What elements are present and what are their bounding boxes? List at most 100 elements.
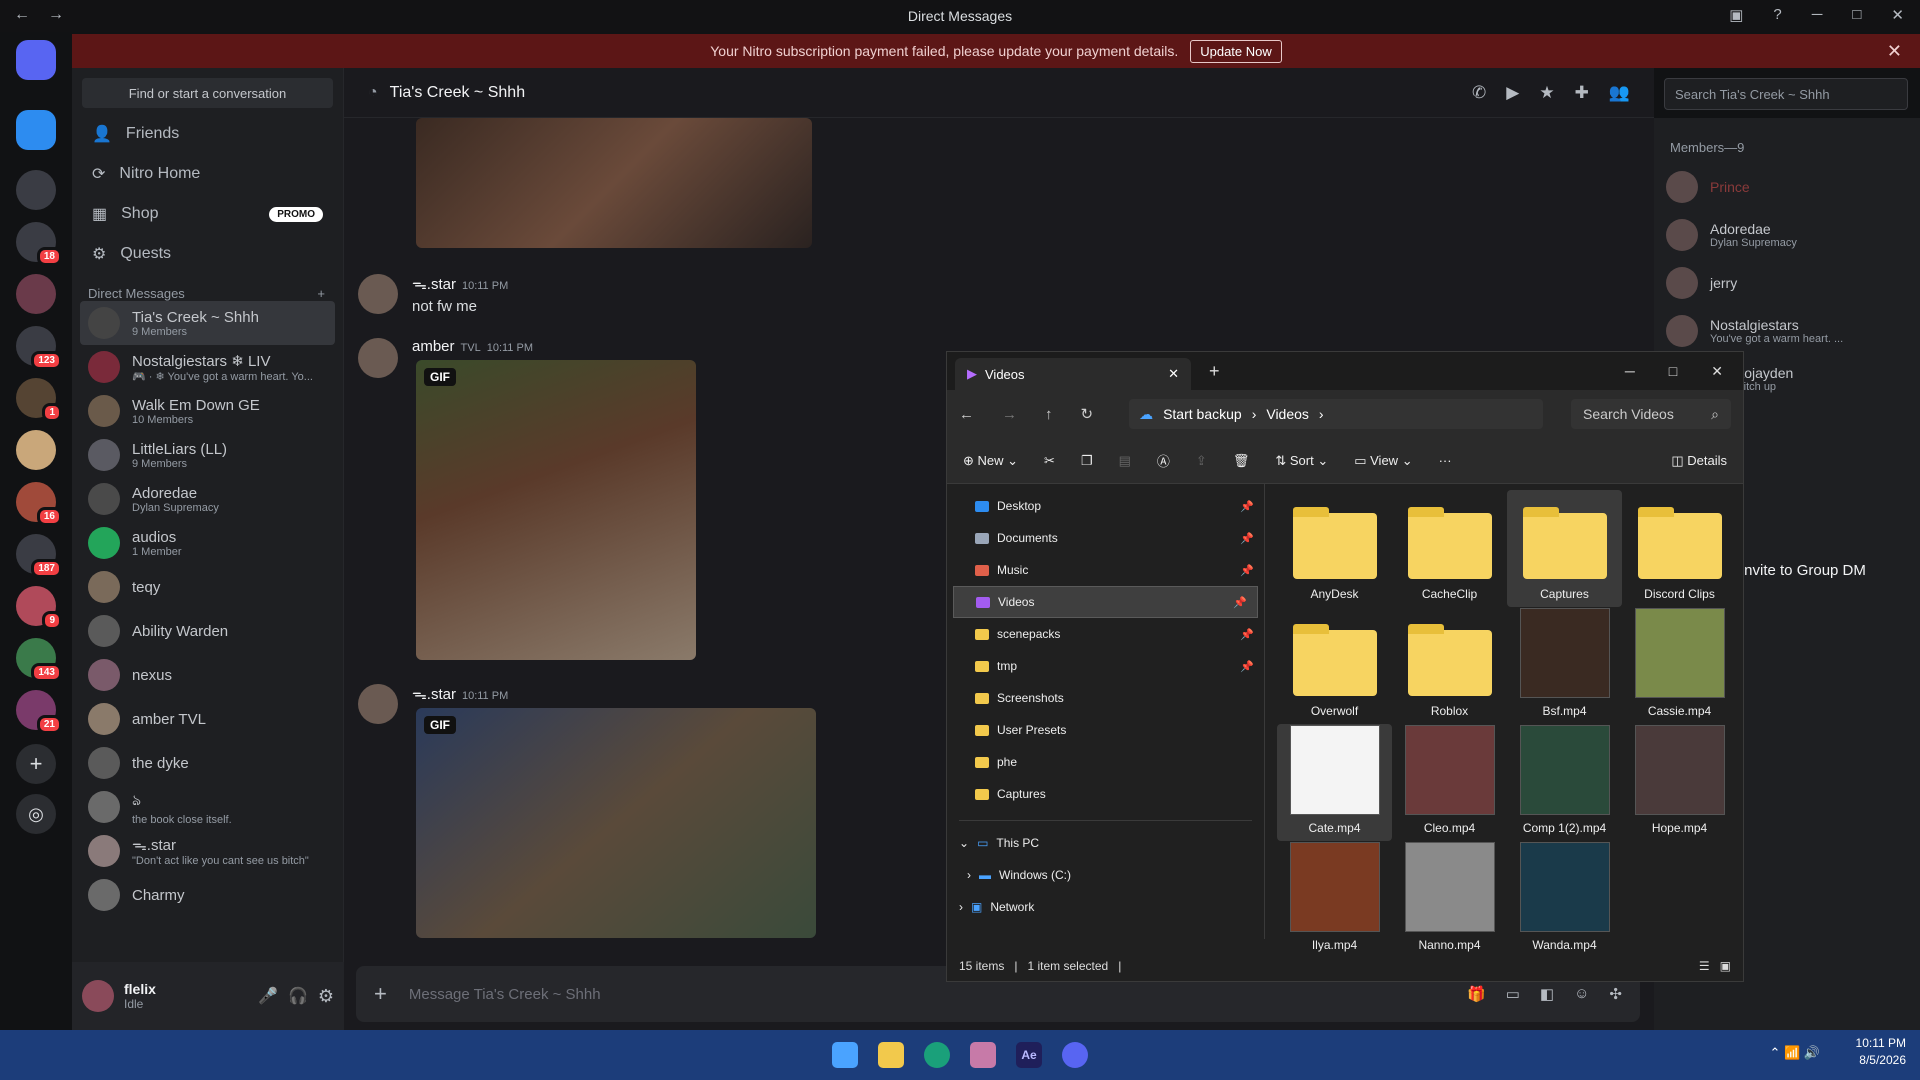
share-icon[interactable]: ⇪ <box>1196 453 1207 469</box>
maximize-button[interactable]: □ <box>1852 6 1861 24</box>
find-conversation-button[interactable]: Find or start a conversation <box>82 78 333 108</box>
gift-icon[interactable]: 🎁 <box>1467 985 1486 1003</box>
nav-item[interactable]: phe <box>947 746 1264 778</box>
video-file-item[interactable]: Bsf.mp4 <box>1507 607 1622 724</box>
file-explorer-icon[interactable] <box>878 1042 904 1068</box>
tab-close-icon[interactable]: ✕ <box>1168 366 1179 382</box>
member-item[interactable]: Prince <box>1654 163 1920 211</box>
server-icon[interactable]: 187 <box>16 534 62 578</box>
tree-network[interactable]: › ▣ Network <box>947 891 1264 923</box>
server-icon[interactable]: 143 <box>16 638 62 682</box>
add-friends-icon[interactable]: ✚ <box>1575 83 1589 103</box>
dm-item[interactable]: nexus <box>80 653 335 697</box>
server-icon[interactable]: 16 <box>16 482 62 526</box>
dm-item[interactable]: ᯓ.star "Don't act like you cant see us b… <box>80 829 335 873</box>
video-file-item[interactable]: Nanno.mp4 <box>1392 841 1507 958</box>
add-server-icon[interactable]: + <box>16 744 56 784</box>
details-view-icon[interactable]: ☰ <box>1699 959 1710 973</box>
mic-icon[interactable]: 🎤 <box>258 986 278 1006</box>
edge-icon[interactable] <box>924 1042 950 1068</box>
sort-button[interactable]: ⇅ Sort ⌄ <box>1275 453 1328 469</box>
server-folder-icon[interactable] <box>16 170 56 210</box>
forward-arrow-icon[interactable]: → <box>1002 406 1017 423</box>
server-icon[interactable] <box>16 110 56 150</box>
dm-item[interactable]: LittleLiars (LL) 9 Members <box>80 433 335 477</box>
app-icon[interactable] <box>970 1042 996 1068</box>
video-file-item[interactable]: Cleo.mp4 <box>1392 724 1507 841</box>
nav-quests[interactable]: ⚙ Quests <box>72 234 343 274</box>
nav-item[interactable]: Captures <box>947 778 1264 810</box>
gif-attachment[interactable]: GIF <box>416 708 816 938</box>
apps-icon[interactable]: ✣ <box>1609 985 1622 1003</box>
avatar[interactable] <box>82 980 114 1012</box>
maximize-button[interactable]: □ <box>1669 363 1677 380</box>
copy-icon[interactable]: ❐ <box>1081 453 1093 469</box>
dm-item[interactable]: Tia's Creek ~ Shhh 9 Members <box>80 301 335 345</box>
up-arrow-icon[interactable]: ↑ <box>1045 406 1053 423</box>
folder-item[interactable]: Discord Clips <box>1622 490 1737 607</box>
dm-item[interactable]: Nostalgiestars ❄ LIV 🎮 · ❄ You've got a … <box>80 345 335 389</box>
video-file-item[interactable]: Hope.mp4 <box>1622 724 1737 841</box>
details-button[interactable]: ◫ Details <box>1671 453 1727 469</box>
gif-picker-icon[interactable]: ▭ <box>1506 985 1520 1003</box>
folder-item[interactable]: Overwolf <box>1277 607 1392 724</box>
member-item[interactable]: Nostalgiestars You've got a warm heart. … <box>1654 307 1920 355</box>
paste-icon[interactable]: ▤ <box>1119 453 1131 469</box>
member-item[interactable]: jerry <box>1654 259 1920 307</box>
nav-shop[interactable]: ▦ Shop PROMO <box>72 194 343 234</box>
tree-windows-c[interactable]: › ▬ Windows (C:) <box>947 859 1264 891</box>
message-author[interactable]: amber <box>412 338 455 355</box>
nav-item[interactable]: tmp 📌 <box>947 650 1264 682</box>
dm-item[interactable]: audios 1 Member <box>80 521 335 565</box>
call-icon[interactable]: ✆ <box>1472 83 1486 103</box>
forward-arrow-icon[interactable]: → <box>48 6 64 24</box>
update-now-button[interactable]: Update Now <box>1190 39 1282 63</box>
server-icon[interactable]: 9 <box>16 586 62 630</box>
more-options-icon[interactable]: ··· <box>1439 453 1452 468</box>
message-input[interactable]: Message Tia's Creek ~ Shhh <box>409 986 601 1003</box>
server-icon[interactable]: 123 <box>16 326 62 370</box>
pinned-icon[interactable]: ★ <box>1539 83 1554 103</box>
gif-attachment[interactable]: GIF <box>416 360 696 660</box>
dm-item[interactable]: Charmy <box>80 873 335 917</box>
after-effects-icon[interactable]: Ae <box>1016 1042 1042 1068</box>
back-arrow-icon[interactable]: ← <box>14 6 30 24</box>
minimize-button[interactable]: ─ <box>1812 6 1823 24</box>
rename-icon[interactable]: Ⓐ <box>1157 451 1170 470</box>
nav-item[interactable]: scenepacks 📌 <box>947 618 1264 650</box>
inbox-icon[interactable]: ▣ <box>1729 6 1743 24</box>
folder-item[interactable]: AnyDesk <box>1277 490 1392 607</box>
explorer-search-input[interactable]: Search Videos ⌕ <box>1571 399 1732 429</box>
nav-item[interactable]: User Presets <box>947 714 1264 746</box>
attach-plus-icon[interactable]: + <box>374 981 387 1007</box>
delete-icon[interactable]: 🗑 <box>1233 453 1250 469</box>
message-author[interactable]: ᯓ.star <box>412 276 456 293</box>
member-list-icon[interactable]: 👥 <box>1609 83 1630 103</box>
close-button[interactable]: ✕ <box>1711 363 1723 380</box>
new-button[interactable]: ⊕ New ⌄ <box>963 453 1018 469</box>
clock[interactable]: 10:11 PM 8/5/2026 <box>1856 1035 1906 1069</box>
explorer-tab[interactable]: ▶ Videos ✕ <box>955 358 1191 390</box>
dm-item[interactable]: Walk Em Down GE 10 Members <box>80 389 335 433</box>
image-attachment[interactable] <box>416 118 812 248</box>
avatar[interactable] <box>358 274 398 314</box>
nav-nitro-home[interactable]: ⟳ Nitro Home <box>72 154 343 194</box>
back-arrow-icon[interactable]: ← <box>959 406 974 423</box>
cut-icon[interactable]: ✂ <box>1044 453 1055 469</box>
nav-item[interactable]: Documents 📌 <box>947 522 1264 554</box>
nav-item[interactable]: Music 📌 <box>947 554 1264 586</box>
settings-icon[interactable]: ⚙ <box>318 986 334 1007</box>
breadcrumb[interactable]: ☁ Start backup › Videos › <box>1129 399 1544 429</box>
emoji-icon[interactable]: ☺ <box>1574 985 1589 1003</box>
dm-item[interactable]: amber TVL <box>80 697 335 741</box>
view-button[interactable]: ▭ View ⌄ <box>1354 453 1412 469</box>
new-tab-icon[interactable]: + <box>1209 361 1220 382</box>
breadcrumb-item[interactable]: Start backup <box>1163 406 1242 422</box>
server-icon[interactable]: 18 <box>16 222 62 266</box>
breadcrumb-item[interactable]: Videos <box>1266 406 1309 422</box>
close-button[interactable]: ✕ <box>1891 6 1904 24</box>
banner-close-icon[interactable]: ✕ <box>1887 41 1902 62</box>
dm-item[interactable]: ঌ the book close itself. <box>80 785 335 829</box>
message-author[interactable]: ᯓ.star <box>412 686 456 703</box>
avatar[interactable] <box>358 338 398 378</box>
